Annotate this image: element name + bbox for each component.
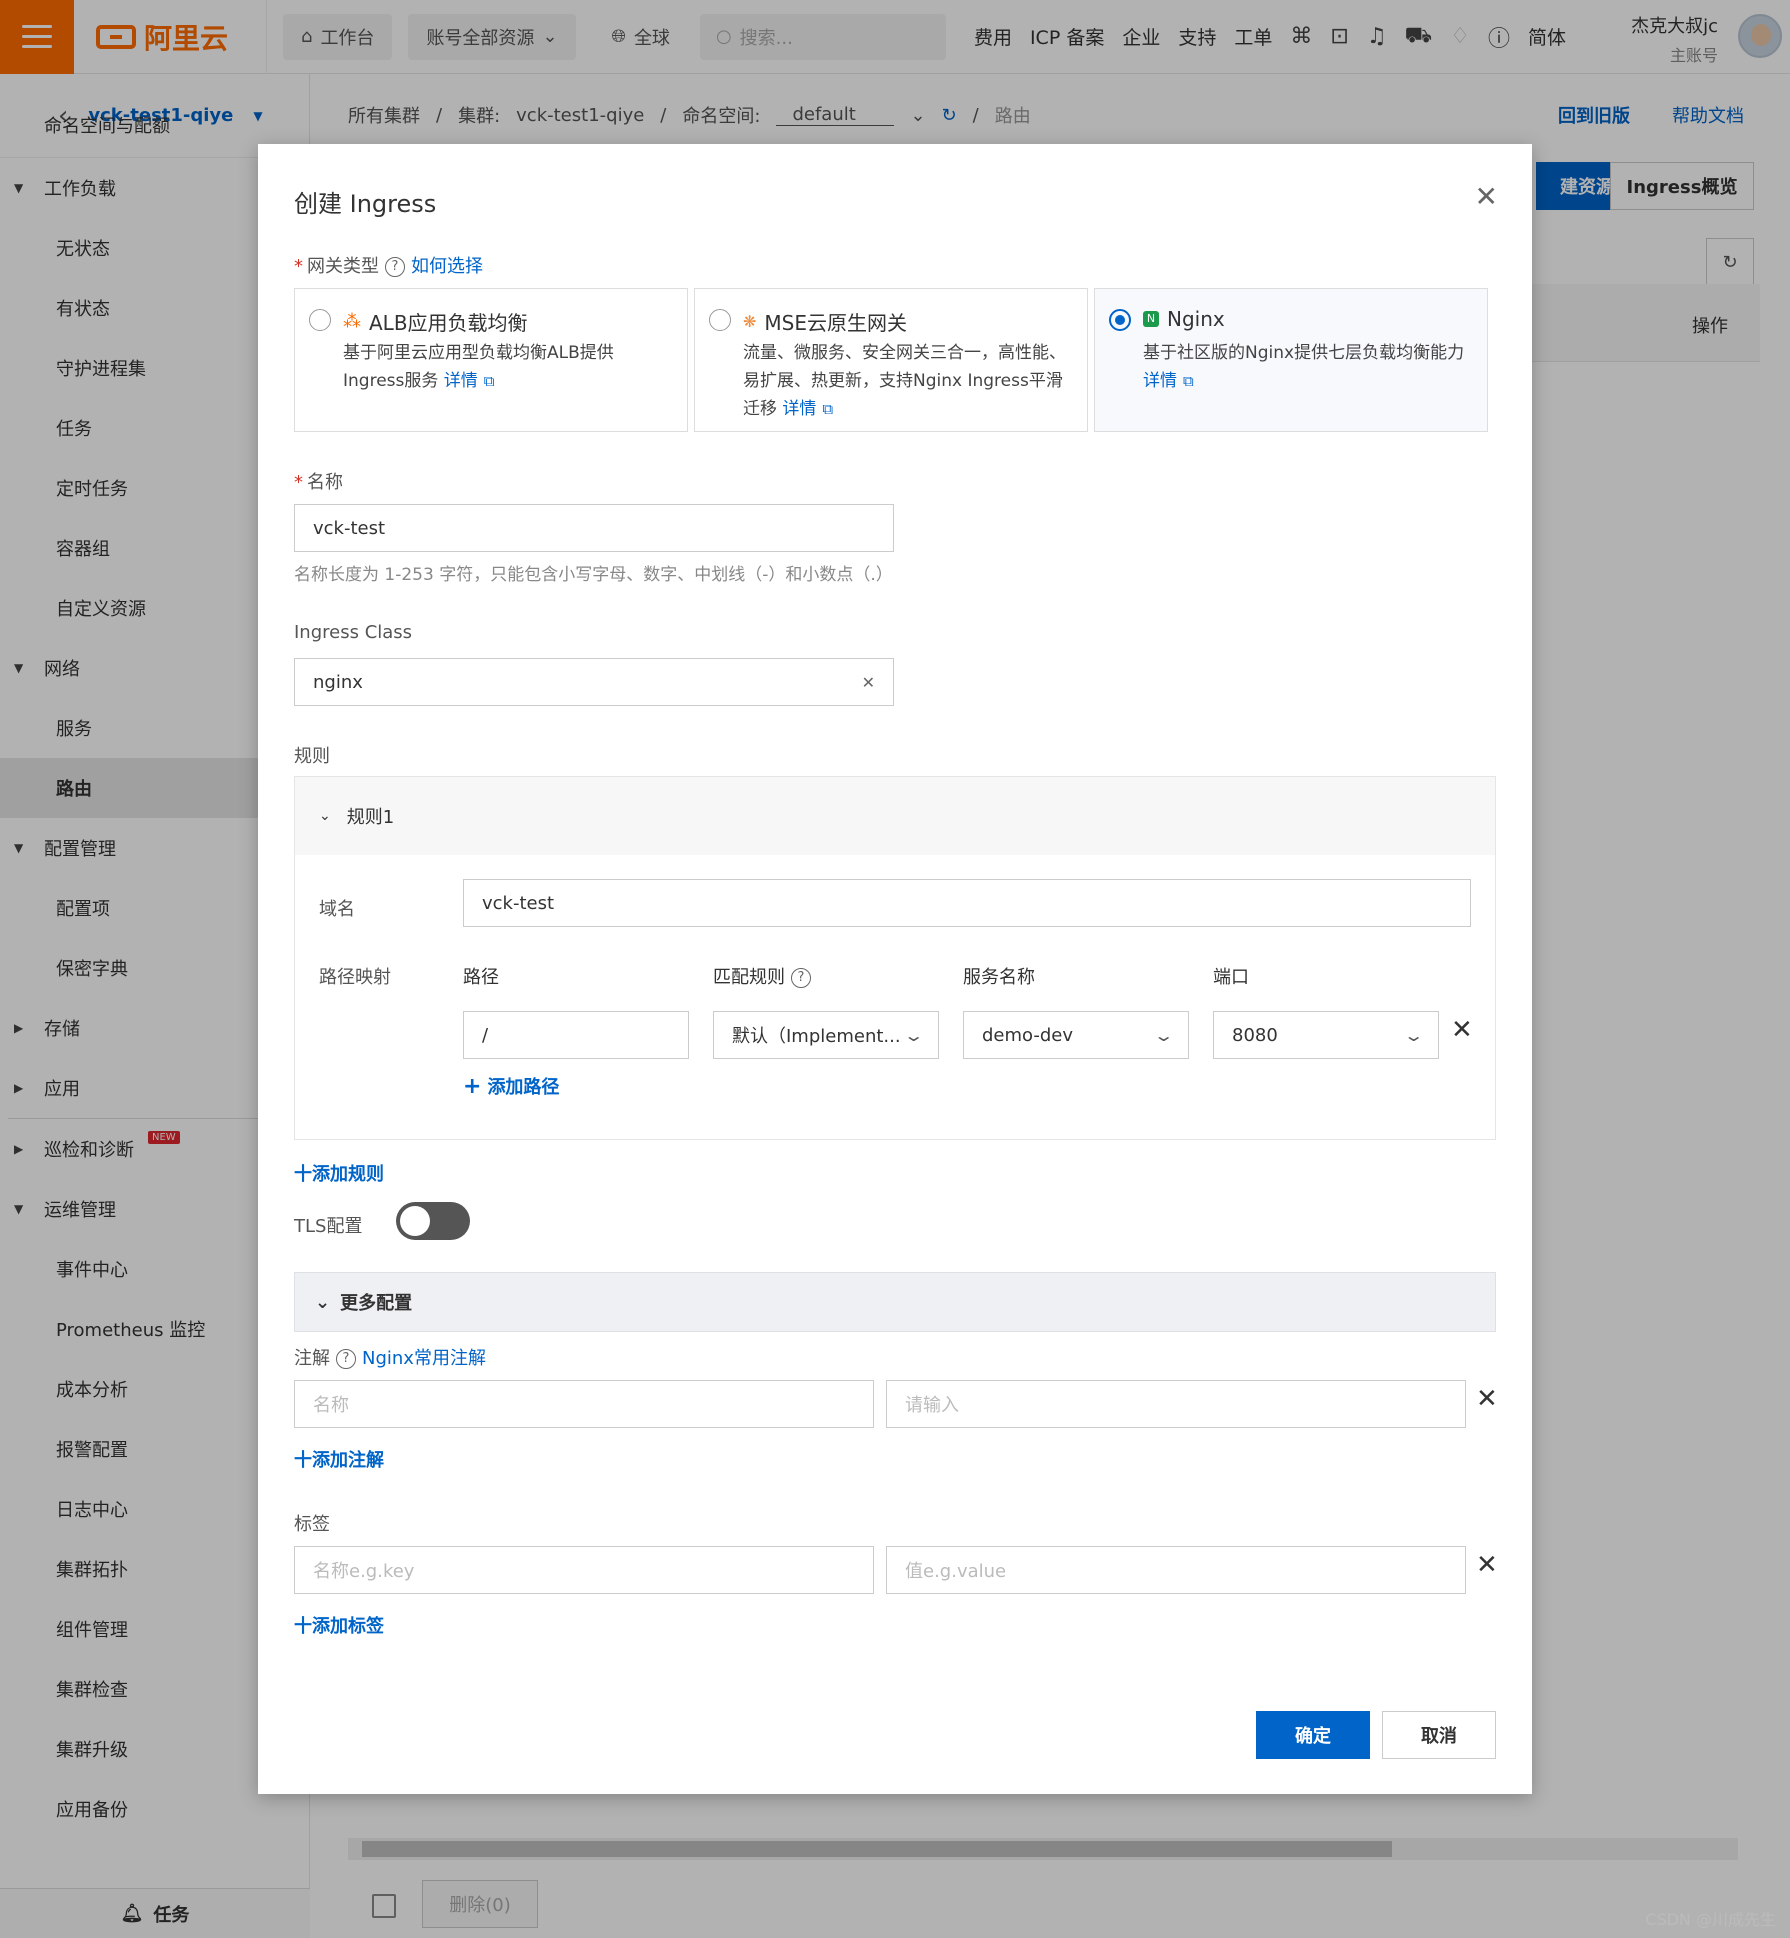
plus-icon: + — [463, 1074, 482, 1099]
nginx-icon: N — [1143, 311, 1159, 327]
ingress-class-select[interactable]: nginx ✕ — [294, 658, 894, 706]
nginx-annotation-link[interactable]: Nginx常用注解 — [362, 1348, 486, 1369]
tls-label: TLS配置 — [294, 1216, 363, 1237]
domain-input[interactable]: vck-test — [463, 879, 1471, 927]
annotation-value-input[interactable]: 请输入 — [886, 1380, 1466, 1428]
radio-nginx[interactable] — [1109, 309, 1131, 331]
alb-detail-link[interactable]: 详情 — [444, 371, 478, 391]
external-link-icon: ⧉ — [1183, 372, 1194, 390]
add-rule-button[interactable]: 十添加规则 — [294, 1160, 384, 1186]
nginx-detail-link[interactable]: 详情 — [1143, 371, 1177, 391]
remove-tag-icon[interactable]: ✕ — [1476, 1550, 1498, 1580]
gateway-card-alb[interactable]: ⁂ ALB应用负载均衡 基于阿里云应用型负载均衡ALB提供Ingress服务 详情… — [294, 288, 688, 432]
add-tag-button[interactable]: 十添加标签 — [294, 1612, 384, 1638]
remove-path-icon[interactable]: ✕ — [1451, 1015, 1473, 1045]
rule-header[interactable]: ⌄ 规则1 — [295, 777, 1495, 855]
col-service: 服务名称 — [963, 967, 1035, 988]
mse-detail-link[interactable]: 详情 — [782, 399, 816, 419]
chevron-down-icon: ⌄ — [319, 808, 331, 824]
gateway-card-nginx[interactable]: N Nginx 基于社区版的Nginx提供七层负载均衡能力 详情 ⧉ — [1094, 288, 1488, 432]
ingress-class-label: Ingress Class — [294, 622, 413, 643]
name-input[interactable]: vck-test — [294, 504, 894, 552]
name-hint: 名称长度为 1-253 字符，只能包含小写字母、数字、中划线（-）和小数点（.） — [294, 565, 893, 585]
chevron-down-icon: ⌄ — [902, 1025, 925, 1045]
more-config-bar[interactable]: ⌄ 更多配置 — [294, 1272, 1496, 1332]
help-icon[interactable]: ? — [791, 968, 811, 988]
rules-label: 规则 — [294, 746, 330, 767]
create-ingress-dialog: 创建 Ingress ✕ * 网关类型? 如何选择 ⁂ ALB应用负载均衡 基于阿里云… — [258, 144, 1532, 1794]
dialog-title: 创建 Ingress — [294, 190, 437, 218]
watermark: CSDN @川成先生 — [1645, 1910, 1776, 1929]
alb-icon: ⁂ — [343, 311, 361, 332]
external-link-icon: ⧉ — [822, 400, 834, 418]
col-path: 路径 — [463, 967, 499, 988]
gateway-type-label: * 网关类型? 如何选择 — [294, 256, 483, 277]
add-annotation-button[interactable]: 十添加注解 — [294, 1446, 384, 1472]
path-input[interactable]: / — [463, 1011, 689, 1059]
tls-toggle[interactable] — [396, 1202, 470, 1240]
add-path-button[interactable]: + 添加路径 — [463, 1073, 559, 1099]
rule-panel: ⌄ 规则1 域名 vck-test 路径映射 路径 匹配规则? 服务名称 端口 /… — [294, 776, 1496, 1140]
chevron-down-icon: ⌄ — [1402, 1025, 1425, 1045]
radio-alb[interactable] — [309, 309, 331, 331]
name-label: * 名称 — [294, 472, 343, 493]
chevron-down-icon: ⌄ — [315, 1291, 331, 1313]
col-match: 匹配规则? — [713, 963, 817, 989]
how-to-choose-link[interactable]: 如何选择 — [411, 256, 483, 277]
match-rule-select[interactable]: 默认（Implement... ⌄ — [713, 1011, 939, 1059]
chevron-down-icon: ⌄ — [1152, 1025, 1175, 1045]
tag-label: 标签 — [294, 1514, 330, 1535]
mse-icon: ❋ — [743, 312, 757, 331]
confirm-button[interactable]: 确定 — [1256, 1711, 1370, 1759]
remove-annotation-icon[interactable]: ✕ — [1476, 1384, 1498, 1414]
annotation-name-input[interactable]: 名称 — [294, 1380, 874, 1428]
clear-icon[interactable]: ✕ — [862, 673, 875, 692]
gateway-card-mse[interactable]: ❋ MSE云原生网关 流量、微服务、安全网关三合一，高性能、易扩展、热更新，支持N… — [694, 288, 1088, 432]
annotation-label: 注解? Nginx常用注解 — [294, 1348, 486, 1369]
help-icon[interactable]: ? — [385, 257, 405, 277]
help-icon[interactable]: ? — [336, 1349, 356, 1369]
col-port: 端口 — [1213, 967, 1249, 988]
service-select[interactable]: demo-dev ⌄ — [963, 1011, 1189, 1059]
cancel-button[interactable]: 取消 — [1382, 1711, 1496, 1759]
path-map-label: 路径映射 — [319, 967, 391, 988]
port-select[interactable]: 8080 ⌄ — [1213, 1011, 1439, 1059]
tag-key-input[interactable]: 名称e.g.key — [294, 1546, 874, 1594]
close-icon[interactable]: ✕ — [1475, 180, 1498, 213]
radio-mse[interactable] — [709, 309, 731, 331]
domain-label: 域名 — [319, 899, 355, 920]
tag-value-input[interactable]: 值e.g.value — [886, 1546, 1466, 1594]
external-link-icon: ⧉ — [483, 372, 495, 390]
